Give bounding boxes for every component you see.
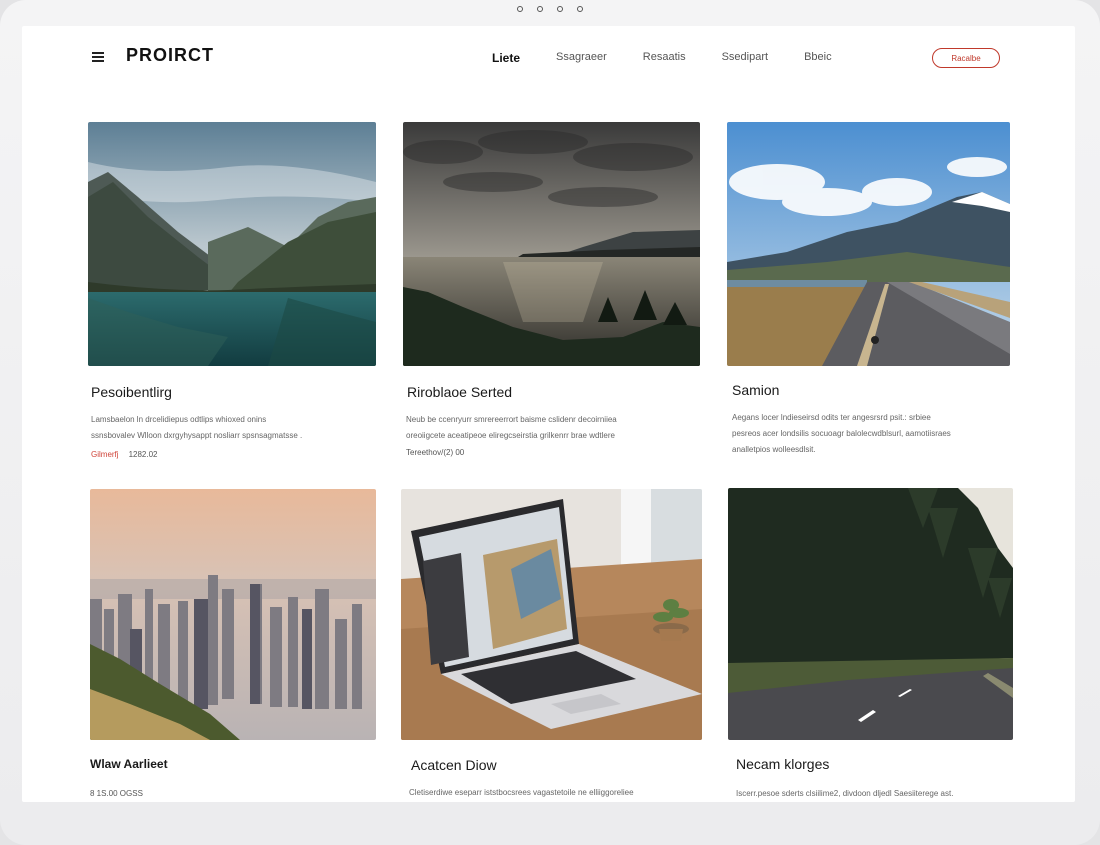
card-description: Cletiserdiwe eseparr iststbocsrees vagas…: [409, 785, 634, 801]
card-image[interactable]: [728, 488, 1013, 740]
camera-dot-icon: [557, 6, 563, 12]
nav-item-5[interactable]: Bbeic: [804, 51, 832, 65]
camera-dot-icon: [577, 6, 583, 12]
card-2[interactable]: Riroblaoe Serted Neub be ccenryurr smrer…: [403, 122, 700, 472]
camera-dot-icon: [517, 6, 523, 12]
card-meta: 8 1S.00 OGSS: [90, 789, 143, 798]
hamburger-menu-icon[interactable]: [92, 52, 104, 62]
nav-item-4[interactable]: Ssedipart: [722, 51, 768, 65]
card-image[interactable]: [727, 122, 1010, 366]
card-desc-line: analletpios wolleesdlsit.: [732, 445, 816, 454]
card-desc-line: Iscerr.pesoe sderts clsiilime2, divdoon …: [736, 789, 954, 798]
camera-bar: [0, 6, 1100, 12]
card-6[interactable]: Necam klorges Iscerr.pesoe sderts clsiil…: [728, 488, 1013, 802]
top-navigation: PROIRCT Liete Ssagraeer Resaatis Ssedipa…: [22, 26, 1075, 96]
card-3[interactable]: Samion Aegans locer lndieseirsd odits te…: [727, 122, 1010, 472]
card-meta: Tereethov/(2) 00: [406, 448, 465, 457]
nav-item-3[interactable]: Resaatis: [643, 51, 686, 65]
card-description: Lamsbaelon ln drcelidiepus odtlips whiox…: [91, 412, 302, 444]
card-image[interactable]: [88, 122, 376, 366]
card-1[interactable]: Pesoibentlirg Lamsbaelon ln drcelidiepus…: [88, 122, 376, 472]
card-desc-line: Lamsbaelon ln drcelidiepus odtlips whiox…: [91, 415, 267, 424]
card-desc-line: ssnsbovalev Wlloon dxrgyhysappt nosliarr…: [91, 431, 303, 440]
card-meta-accent[interactable]: Gilmerfj: [91, 450, 119, 459]
card-description: Aegans locer lndieseirsd odits ter anges…: [732, 410, 951, 458]
card-image[interactable]: [401, 489, 702, 740]
card-description: Iscerr.pesoe sderts clsiilime2, divdoon …: [736, 786, 953, 802]
nav-item-1[interactable]: Liete: [492, 51, 520, 65]
card-4[interactable]: Wlaw Aarlieet 8 1S.00 OGSS: [90, 489, 376, 802]
tablet-frame: PROIRCT Liete Ssagraeer Resaatis Ssedipa…: [0, 0, 1100, 845]
card-image[interactable]: [90, 489, 376, 740]
card-description: Neub be ccenryurr smrereerrort baisme cs…: [406, 412, 617, 444]
card-desc-line: Aegans locer lndieseirsd odits ter anges…: [732, 413, 931, 422]
card-title[interactable]: Acatcen Diow: [411, 757, 497, 773]
card-title[interactable]: Riroblaoe Serted: [407, 384, 512, 400]
card-title[interactable]: Wlaw Aarlieet: [90, 757, 168, 771]
card-meta-value: 1282.02: [128, 450, 158, 459]
nav-item-2[interactable]: Ssagraeer: [556, 51, 607, 65]
card-meta: Gilmerfj 1282.02: [91, 450, 157, 459]
card-title[interactable]: Pesoibentlirg: [91, 384, 172, 400]
brand-logo[interactable]: PROIRCT: [126, 45, 214, 66]
camera-dot-icon: [537, 6, 543, 12]
card-desc-line: Neub be ccenryurr smrereerrort baisme cs…: [406, 415, 617, 424]
main-nav: Liete Ssagraeer Resaatis Ssedipart Bbeic: [492, 51, 868, 65]
card-desc-line: oreoiigcete aceatipeoe eliregcseirstia g…: [406, 431, 615, 440]
card-5[interactable]: Acatcen Diow Cletiserdiwe eseparr iststb…: [401, 489, 702, 802]
card-image[interactable]: [403, 122, 700, 366]
screen: PROIRCT Liete Ssagraeer Resaatis Ssedipa…: [22, 26, 1075, 802]
card-title[interactable]: Samion: [732, 382, 779, 398]
card-title[interactable]: Necam klorges: [736, 756, 829, 772]
card-desc-line: Cletiserdiwe eseparr iststbocsrees vagas…: [409, 788, 634, 797]
card-desc-line: pesreos acer londsilis socuoagr balolecw…: [732, 429, 951, 438]
cta-button[interactable]: Racalbe: [932, 48, 1000, 68]
